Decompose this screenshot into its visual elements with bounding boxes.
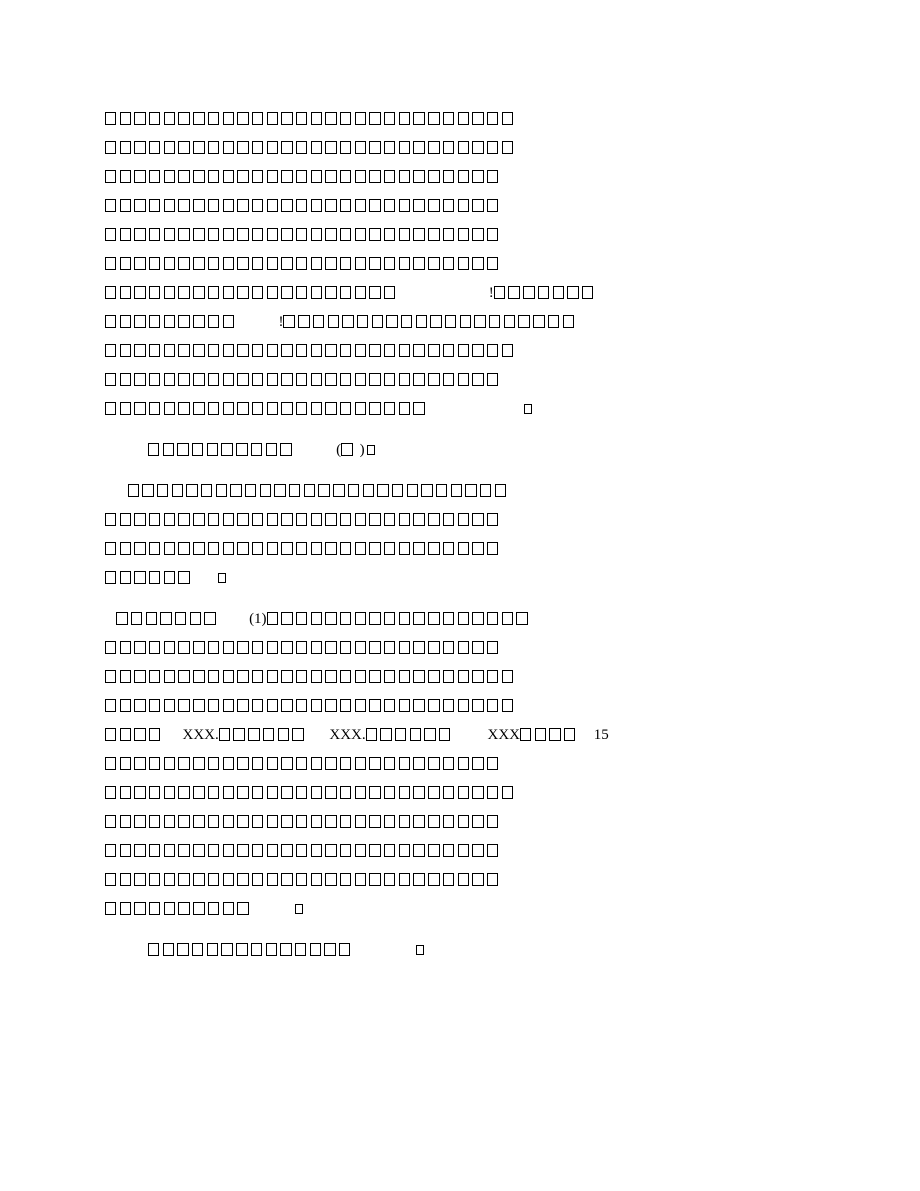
text-line [105,163,810,192]
text-line: (1) [105,605,810,634]
text-line [105,895,810,924]
text-line [105,634,810,663]
text-line [105,866,810,895]
text-line [105,779,810,808]
text-line [105,837,810,866]
text-line [105,936,810,965]
text-line [105,663,810,692]
text-line [105,337,810,366]
spacing [105,924,810,936]
text-line: ! [105,308,810,337]
text-line [105,692,810,721]
text-line [105,192,810,221]
text-line [105,477,810,506]
text-line [105,395,810,424]
text-line [105,564,810,593]
text-line [105,221,810,250]
spacing [105,465,810,477]
text-line [105,134,810,163]
text-line [105,506,810,535]
text-line [105,808,810,837]
text-line: XXX. XXX. XXX 15 [105,721,810,750]
text-line [105,105,810,134]
text-line [105,250,810,279]
document-page: ! ! ( ) (1) XXX. XXX. XXX 15 [0,0,920,1191]
text-line [105,750,810,779]
text-line [105,535,810,564]
document-content: ! ! ( ) (1) XXX. XXX. XXX 15 [105,105,810,965]
text-line [105,366,810,395]
text-line: ( ) [105,436,810,465]
spacing [105,593,810,605]
spacing [105,424,810,436]
text-line: ! [105,279,810,308]
